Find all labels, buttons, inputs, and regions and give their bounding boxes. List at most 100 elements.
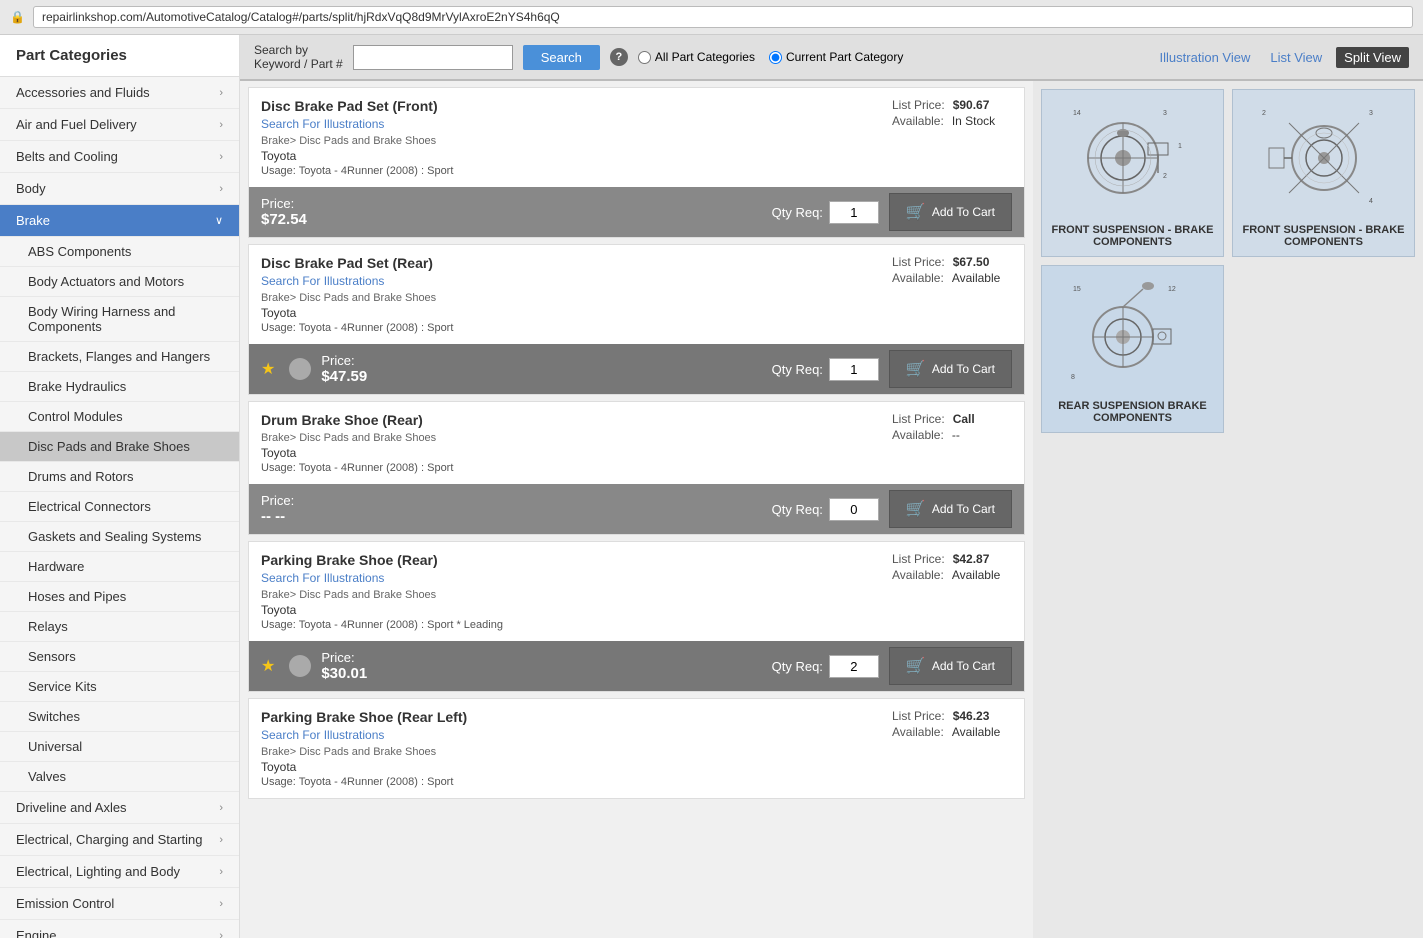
sidebar-sub-hardware[interactable]: Hardware [0, 552, 239, 582]
add-to-cart-button[interactable]: 🛒 Add To Cart [889, 647, 1012, 685]
sidebar-item-driveline[interactable]: Driveline and Axles › [0, 792, 239, 824]
search-input[interactable] [353, 45, 513, 70]
radio-current-label[interactable]: Current Part Category [769, 50, 903, 64]
part-brand: Toyota [261, 760, 880, 774]
list-price-value: $42.87 [953, 552, 990, 566]
illustration-view-button[interactable]: Illustration View [1154, 47, 1257, 68]
available-value: -- [952, 428, 960, 442]
part-brand: Toyota [261, 306, 880, 320]
part-usage: Usage: Toyota - 4Runner (2008) : Sport [261, 462, 880, 474]
sidebar-sub-sensors[interactable]: Sensors [0, 642, 239, 672]
add-to-cart-button[interactable]: 🛒 Add To Cart [889, 193, 1012, 231]
sidebar-sub-brackets[interactable]: Brackets, Flanges and Hangers [0, 342, 239, 372]
svg-text:2: 2 [1163, 173, 1167, 180]
svg-text:4: 4 [1369, 198, 1373, 205]
illustration-image: 14 3 2 1 [1063, 98, 1203, 218]
sidebar-sub-drums[interactable]: Drums and Rotors [0, 462, 239, 492]
part-breadcrumb: Brake> Disc Pads and Brake Shoes [261, 589, 880, 601]
split-view-button[interactable]: Split View [1336, 47, 1409, 68]
sidebar-sub-electrical-conn[interactable]: Electrical Connectors [0, 492, 239, 522]
help-icon[interactable]: ? [610, 48, 628, 66]
part-brand: Toyota [261, 149, 880, 163]
qty-label: Qty Req: [772, 502, 823, 517]
sidebar-item-air-fuel[interactable]: Air and Fuel Delivery › [0, 109, 239, 141]
part-breadcrumb: Brake> Disc Pads and Brake Shoes [261, 135, 880, 147]
part-card-bottom: Price: $72.54 Qty Req: 🛒 Add To Cart [249, 187, 1024, 237]
sidebar-sub-hoses[interactable]: Hoses and Pipes [0, 582, 239, 612]
chevron-icon: › [219, 802, 223, 814]
url-bar[interactable]: repairlinkshop.com/AutomotiveCatalog/Cat… [33, 6, 1413, 28]
radio-all-label[interactable]: All Part Categories [638, 50, 755, 64]
search-button[interactable]: Search [523, 45, 600, 70]
list-price-value: $46.23 [953, 709, 990, 723]
radio-all-categories[interactable] [638, 51, 651, 64]
part-illustrations-link[interactable]: Search For Illustrations [261, 274, 384, 288]
sidebar-sub-relays[interactable]: Relays [0, 612, 239, 642]
add-to-cart-button[interactable]: 🛒 Add To Cart [889, 490, 1012, 528]
part-illustrations-link[interactable]: Search For Illustrations [261, 571, 384, 585]
illustrations-panel: 14 3 2 1 FRONT SUSPENSION - BRAKE COMPON… [1033, 81, 1423, 938]
svg-text:2: 2 [1262, 110, 1266, 117]
part-illustrations-link[interactable]: Search For Illustrations [261, 728, 384, 742]
sidebar-sub-universal[interactable]: Universal [0, 732, 239, 762]
price-main: $47.59 [321, 368, 761, 385]
sidebar-item-electrical-lighting[interactable]: Electrical, Lighting and Body › [0, 856, 239, 888]
sidebar-sub-gaskets[interactable]: Gaskets and Sealing Systems [0, 522, 239, 552]
sidebar-item-body[interactable]: Body › [0, 173, 239, 205]
sidebar-item-belts[interactable]: Belts and Cooling › [0, 141, 239, 173]
sidebar-sub-disc-pads[interactable]: Disc Pads and Brake Shoes [0, 432, 239, 462]
qty-input[interactable] [829, 201, 879, 224]
list-price-label: List Price: [892, 709, 945, 723]
chevron-icon: › [219, 898, 223, 910]
price-label: Price: [261, 196, 762, 211]
part-title: Disc Brake Pad Set (Front) [261, 98, 880, 114]
list-view-button[interactable]: List View [1264, 47, 1328, 68]
illustration-card[interactable]: 14 3 2 1 FRONT SUSPENSION - BRAKE COMPON… [1041, 89, 1224, 257]
qty-input[interactable] [829, 498, 879, 521]
cart-icon: 🛒 [906, 656, 926, 676]
qty-input[interactable] [829, 358, 879, 381]
illustration-card[interactable]: 15 12 8 REAR SUSPENSION BRAKE COMPONENTS [1041, 265, 1224, 433]
featured-star-icon: ★ [261, 656, 275, 676]
svg-text:15: 15 [1073, 286, 1081, 293]
list-price-label: List Price: [892, 412, 945, 426]
chevron-icon: › [219, 183, 223, 195]
sidebar-item-emission[interactable]: Emission Control › [0, 888, 239, 920]
part-usage: Usage: Toyota - 4Runner (2008) : Sport [261, 165, 880, 177]
sidebar-sub-valves[interactable]: Valves [0, 762, 239, 792]
radio-current-category[interactable] [769, 51, 782, 64]
part-illustrations-link[interactable]: Search For Illustrations [261, 117, 384, 131]
available-value: Available [952, 271, 1000, 285]
sidebar-sub-service-kits[interactable]: Service Kits [0, 672, 239, 702]
part-usage: Usage: Toyota - 4Runner (2008) : Sport *… [261, 619, 880, 631]
price-label: Price: [321, 650, 761, 665]
part-card-bottom: Price: -- -- Qty Req: 🛒 Add To Cart [249, 484, 1024, 534]
sidebar-item-accessories[interactable]: Accessories and Fluids › [0, 77, 239, 109]
sidebar-sub-body-actuators[interactable]: Body Actuators and Motors [0, 267, 239, 297]
sidebar-item-engine[interactable]: Engine › [0, 920, 239, 938]
sidebar: Part Categories Accessories and Fluids ›… [0, 35, 240, 938]
price-main: $72.54 [261, 211, 762, 228]
sidebar-sub-body-wiring[interactable]: Body Wiring Harness and Components [0, 297, 239, 342]
sidebar-item-brake[interactable]: Brake ∨ [0, 205, 239, 237]
qty-label: Qty Req: [772, 205, 823, 220]
add-to-cart-button[interactable]: 🛒 Add To Cart [889, 350, 1012, 388]
brand-logo [289, 358, 311, 380]
sidebar-sub-abs[interactable]: ABS Components [0, 237, 239, 267]
list-price-label: List Price: [892, 98, 945, 112]
qty-input[interactable] [829, 655, 879, 678]
illustration-title: FRONT SUSPENSION - BRAKE COMPONENTS [1241, 224, 1406, 248]
front-suspension-2-svg: 2 3 4 [1259, 103, 1389, 213]
sidebar-sub-switches[interactable]: Switches [0, 702, 239, 732]
sidebar-item-electrical-charging[interactable]: Electrical, Charging and Starting › [0, 824, 239, 856]
available-label: Available: [892, 114, 944, 128]
part-breadcrumb: Brake> Disc Pads and Brake Shoes [261, 746, 880, 758]
part-usage: Usage: Toyota - 4Runner (2008) : Sport [261, 322, 880, 334]
sidebar-sub-brake-hydraulics[interactable]: Brake Hydraulics [0, 372, 239, 402]
part-title: Parking Brake Shoe (Rear) [261, 552, 880, 568]
search-label-2: Keyword / Part # [254, 57, 343, 71]
list-price-value: $67.50 [953, 255, 990, 269]
illustration-card[interactable]: 2 3 4 FRONT SUSPENSION - BRAKE COMPONENT… [1232, 89, 1415, 257]
sidebar-sub-control-modules[interactable]: Control Modules [0, 402, 239, 432]
available-label: Available: [892, 271, 944, 285]
